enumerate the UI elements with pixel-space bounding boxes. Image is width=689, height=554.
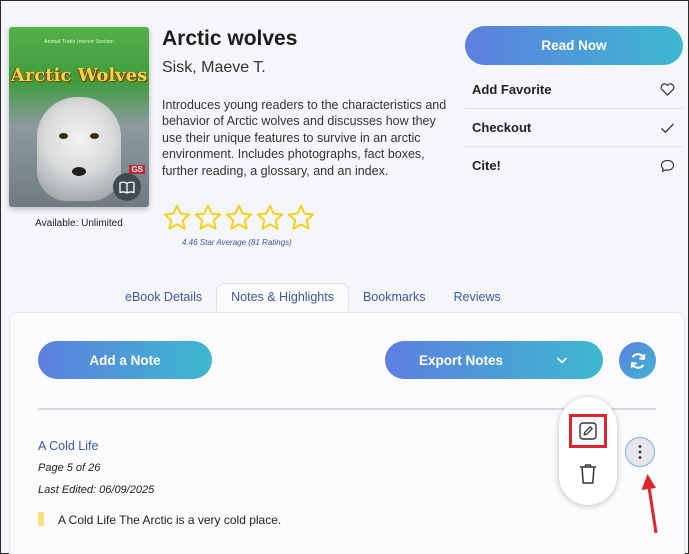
action-label: Add Favorite (472, 82, 552, 97)
refresh-button[interactable] (619, 342, 656, 379)
publisher-logo: GS (129, 165, 145, 174)
action-label: Cite! (472, 158, 501, 173)
highlight-color-marker (38, 512, 44, 526)
book-open-icon (119, 181, 135, 194)
read-now-button[interactable]: Read Now (465, 26, 683, 65)
trash-icon (580, 464, 596, 484)
export-notes-label: Export Notes (419, 352, 504, 368)
note-page: Page 5 of 26 (38, 462, 101, 474)
heart-icon (660, 83, 675, 96)
add-favorite-button[interactable]: Add Favorite (465, 71, 683, 109)
note-text: A Cold Life The Arctic is a very cold pl… (58, 513, 282, 527)
cover-title: Arctic Wolves (10, 65, 148, 86)
rating-stars[interactable] (162, 203, 316, 233)
check-icon (660, 122, 675, 133)
add-note-button[interactable]: Add a Note (38, 341, 212, 379)
chevron-down-icon (556, 357, 568, 364)
export-notes-button[interactable]: Export Notes (385, 341, 603, 379)
book-description: Introduces young readers to the characte… (162, 98, 447, 178)
star-icon[interactable] (224, 203, 254, 233)
note-actions-menu (559, 397, 617, 505)
availability-text: Available: Unlimited (35, 218, 123, 229)
action-list: Add Favorite Checkout Cite! (465, 71, 683, 184)
note-title-link[interactable]: A Cold Life (38, 439, 98, 453)
cover-series: Animal Traits Interior Section (44, 39, 114, 45)
book-cover[interactable]: Animal Traits Interior Section Arctic Wo… (9, 27, 149, 207)
action-label: Checkout (472, 120, 532, 135)
cite-button[interactable]: Cite! (465, 147, 683, 184)
book-detail-page: Animal Traits Interior Section Arctic Wo… (0, 0, 689, 554)
open-book-button[interactable] (113, 173, 141, 201)
star-icon[interactable] (162, 203, 192, 233)
star-icon[interactable] (286, 203, 316, 233)
book-title: Arctic wolves (162, 27, 298, 50)
refresh-icon (630, 352, 645, 369)
tab-notes-highlights[interactable]: Notes & Highlights (216, 283, 349, 311)
speech-bubble-icon (660, 159, 675, 172)
checkout-button[interactable]: Checkout (465, 109, 683, 147)
wolf-image (37, 97, 121, 201)
delete-note-button[interactable] (573, 457, 603, 491)
tab-bookmarks[interactable]: Bookmarks (349, 284, 440, 311)
red-arrow-icon (641, 474, 658, 534)
book-author: Sisk, Maeve T. (162, 59, 266, 76)
wolf-nose (72, 167, 86, 176)
edit-note-button[interactable] (569, 414, 607, 448)
tab-bar: eBook Details Notes & Highlights Bookmar… (111, 283, 515, 311)
notes-panel: Add a Note Export Notes A Cold Life Page… (9, 312, 685, 554)
tab-ebook-details[interactable]: eBook Details (111, 284, 216, 311)
tab-reviews[interactable]: Reviews (439, 284, 514, 311)
star-icon[interactable] (255, 203, 285, 233)
pencil-icon (579, 422, 597, 440)
note-last-edited: Last Edited: 06/09/2025 (38, 484, 155, 496)
star-icon[interactable] (193, 203, 223, 233)
vertical-ellipsis-icon (638, 445, 642, 459)
rating-summary: 4.46 Star Average (81 Ratings) (182, 238, 292, 247)
more-options-button[interactable] (625, 437, 655, 467)
